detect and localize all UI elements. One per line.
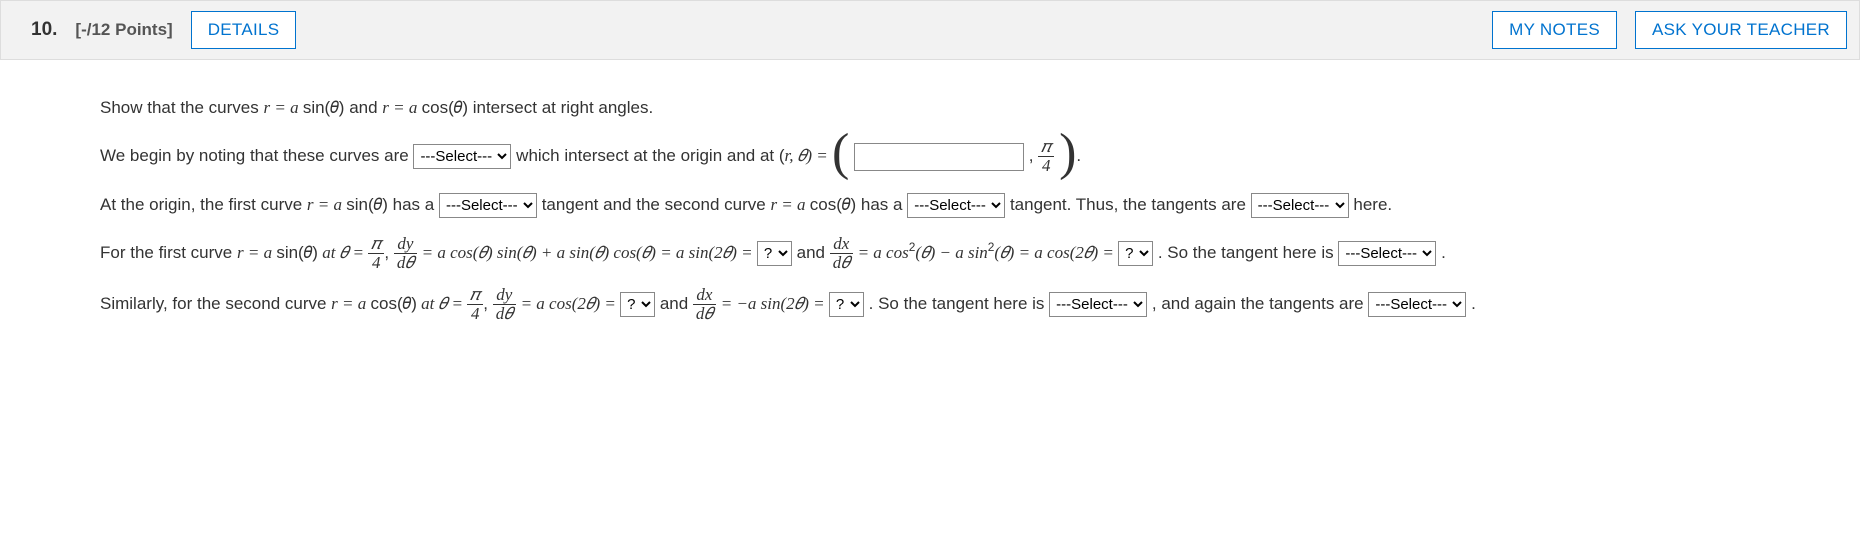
text: . — [1471, 294, 1476, 313]
text: intersect at right angles. — [468, 98, 653, 117]
math: cos(𝜃) — [810, 195, 856, 214]
fraction-dx-dtheta: dxd𝜃 — [693, 286, 716, 323]
question-number: 10. — [31, 19, 57, 41]
math: at 𝜃 = — [417, 294, 467, 313]
math: (𝜃) − a sin — [915, 243, 987, 262]
select-dx-value-1[interactable]: ? — [1118, 241, 1153, 266]
points-display: [-/12 Points] — [75, 20, 172, 40]
text: , — [1029, 146, 1038, 165]
select-tangent-direction-1[interactable]: ---Select--- — [1338, 241, 1436, 266]
select-dx-value-2[interactable]: ? — [829, 292, 864, 317]
text: . — [1076, 146, 1081, 165]
select-tangent-direction-2[interactable]: ---Select--- — [1049, 292, 1147, 317]
details-button[interactable]: DETAILS — [191, 11, 297, 49]
text: , — [483, 294, 492, 313]
text: We begin by noting that these curves are — [100, 146, 413, 165]
text: At the origin, the first curve — [100, 195, 307, 214]
text: has a — [856, 195, 907, 214]
text: and — [344, 98, 382, 117]
math: sin(𝜃) — [346, 195, 388, 214]
math: sin(𝜃) — [303, 98, 345, 117]
line-3: At the origin, the first curve r = a sin… — [100, 189, 1830, 221]
text: . — [1441, 243, 1446, 262]
input-r-value[interactable] — [854, 143, 1024, 171]
select-tangent-2[interactable]: ---Select--- — [907, 193, 1005, 218]
text: tangent. Thus, the tangents are — [1010, 195, 1251, 214]
text: . So the tangent here is — [1158, 243, 1339, 262]
math: cos(𝜃) — [371, 294, 417, 313]
text: here. — [1353, 195, 1392, 214]
fraction: 𝜋4 — [368, 235, 384, 272]
select-dy-value-2[interactable]: ? — [620, 292, 655, 317]
math: (𝜃) = a cos(2𝜃) = — [994, 243, 1118, 262]
math: at 𝜃 = — [318, 243, 368, 262]
line-5: Similarly, for the second curve r = a co… — [100, 286, 1830, 323]
math: = a cos(𝜃) sin(𝜃) + a sin(𝜃) cos(𝜃) = a … — [422, 243, 757, 262]
text: has a — [388, 195, 439, 214]
fraction-dy-dtheta: dyd𝜃 — [394, 235, 417, 272]
text: , — [384, 243, 393, 262]
text: and — [797, 243, 830, 262]
text: Show that the curves — [100, 98, 263, 117]
math: , 𝜃) = — [789, 146, 832, 165]
select-dy-value-1[interactable]: ? — [757, 241, 792, 266]
math: = a cos(2𝜃) = — [521, 294, 621, 313]
math: r = a — [331, 294, 370, 313]
fraction: 𝜋4 — [467, 286, 483, 323]
math: cos(𝜃) — [422, 98, 468, 117]
select-tangent-1[interactable]: ---Select--- — [439, 193, 537, 218]
text: For the first curve — [100, 243, 237, 262]
line-2: We begin by noting that these curves are… — [100, 138, 1830, 175]
header-right: MY NOTES ASK YOUR TEACHER — [1492, 11, 1847, 49]
open-paren: ( — [832, 124, 849, 181]
question-body: Show that the curves r = a sin(𝜃) and r … — [0, 60, 1860, 355]
fraction-dy-dtheta: dyd𝜃 — [493, 286, 516, 323]
text: which intersect at the origin and at ( — [516, 146, 784, 165]
math: r = a — [382, 98, 421, 117]
text: , and again the tangents are — [1152, 294, 1368, 313]
math: r = a — [263, 98, 302, 117]
question-header: 10. [-/12 Points] DETAILS MY NOTES ASK Y… — [0, 0, 1860, 60]
math: r = a — [307, 195, 346, 214]
close-paren: ) — [1059, 124, 1076, 181]
text: Similarly, for the second curve — [100, 294, 331, 313]
text: tangent — [542, 195, 599, 214]
math: sin(𝜃) — [276, 243, 318, 262]
math: r = a — [770, 195, 809, 214]
fraction-dx-dtheta: dxd𝜃 — [830, 235, 853, 272]
prompt-line: Show that the curves r = a sin(𝜃) and r … — [100, 92, 1830, 124]
text: . So the tangent here is — [869, 294, 1050, 313]
math: = −a sin(2𝜃) = — [721, 294, 829, 313]
text: and — [660, 294, 693, 313]
ask-teacher-button[interactable]: ASK YOUR TEACHER — [1635, 11, 1847, 49]
line-4: For the first curve r = a sin(𝜃) at 𝜃 = … — [100, 235, 1830, 272]
header-left: 10. [-/12 Points] DETAILS — [31, 11, 296, 49]
fraction-pi-4: 𝜋4 — [1038, 138, 1054, 175]
select-tangents-relation-2[interactable]: ---Select--- — [1368, 292, 1466, 317]
select-curve-type[interactable]: ---Select--- — [413, 144, 511, 169]
select-tangents-relation[interactable]: ---Select--- — [1251, 193, 1349, 218]
text: and the second curve — [598, 195, 770, 214]
math: r = a — [237, 243, 276, 262]
my-notes-button[interactable]: MY NOTES — [1492, 11, 1617, 49]
math: = a cos — [858, 243, 909, 262]
